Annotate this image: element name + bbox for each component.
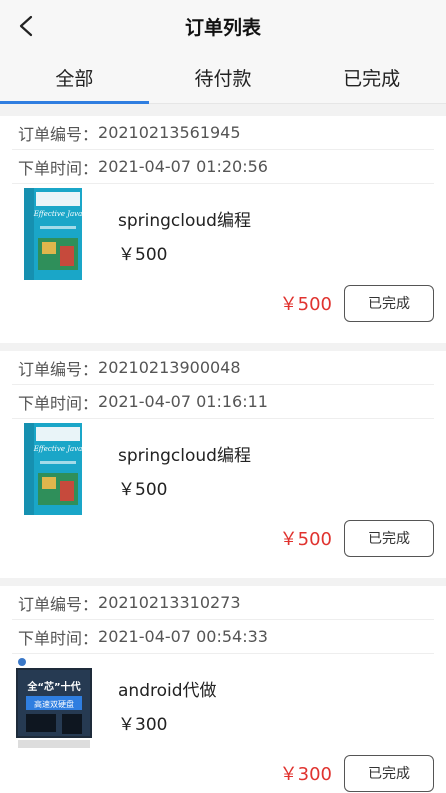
order-card[interactable]: 订单编号： 20210213310273 下单时间： 2021-04-07 00… [0,586,446,793]
order-footer: ￥300 已完成 [12,750,434,793]
book-cover-image: Effective Java [12,421,92,517]
order-number-row: 订单编号： 20210213310273 [12,586,434,620]
order-time-label: 下单时间： [18,393,99,413]
order-time-row: 下单时间： 2021-04-07 01:20:56 [12,150,434,184]
order-time-value: 2021-04-07 01:16:11 [98,392,268,411]
goods-item[interactable]: 全“芯”十代 高速双硬盘 android代做 ￥300 [12,654,434,752]
goods-price: ￥300 [118,715,168,735]
goods-item[interactable]: Effective Java springcloud编程 ￥500 [12,184,434,280]
goods-name: android代做 [118,681,217,701]
goods-name: springcloud编程 [118,446,251,466]
goods-name: springcloud编程 [118,211,251,231]
order-time-row: 下单时间： 2021-04-07 01:16:11 [12,385,434,419]
order-list: 订单编号： 20210213561945 下单时间： 2021-04-07 01… [0,104,446,793]
tab-pending-payment[interactable]: 待付款 [149,52,298,103]
page-title: 订单列表 [184,16,261,39]
order-card[interactable]: 订单编号： 20210213900048 下单时间： 2021-04-07 01… [0,351,446,578]
svg-text:全“芯”十代: 全“芯”十代 [26,680,80,693]
app-root: 订单列表 全部 待付款 已完成 订单编号： 20210213561945 下单时… [0,0,446,793]
goods-item[interactable]: Effective Java springcloud编程 ￥500 [12,419,434,515]
order-time-label: 下单时间： [18,628,99,648]
order-total: ￥500 [279,529,332,550]
svg-text:Effective Java: Effective Java [33,210,83,218]
goods-text: springcloud编程 ￥500 [118,421,251,500]
order-status-button[interactable]: 已完成 [344,284,434,322]
order-number-value: 20210213310273 [98,593,241,612]
goods-price: ￥500 [118,480,168,500]
order-time-row: 下单时间： 2021-04-07 00:54:33 [12,620,434,654]
order-number-row: 订单编号： 20210213900048 [12,351,434,385]
computer-product-image: 全“芯”十代 高速双硬盘 [12,656,96,752]
tab-completed[interactable]: 已完成 [297,52,446,103]
order-number-label: 订单编号： [18,359,99,379]
order-number-label: 订单编号： [18,594,99,614]
order-total: ￥500 [279,294,332,315]
order-time-label: 下单时间： [18,158,99,178]
order-footer: ￥500 已完成 [12,515,434,561]
order-total: ￥300 [279,764,332,785]
order-status-button[interactable]: 已完成 [344,519,434,557]
svg-text:高速双硬盘: 高速双硬盘 [34,699,74,709]
order-status-button[interactable]: 已完成 [344,754,434,792]
order-footer: ￥500 已完成 [12,280,434,326]
order-number-label: 订单编号： [18,124,99,144]
goods-text: android代做 ￥300 [118,656,217,735]
order-time-value: 2021-04-07 00:54:33 [98,627,268,646]
svg-text:Effective Java: Effective Java [33,445,83,453]
goods-price: ￥500 [118,245,168,265]
navbar: 订单列表 [0,0,446,52]
order-number-value: 20210213900048 [98,358,241,377]
goods-text: springcloud编程 ￥500 [118,186,251,265]
tab-bar: 全部 待付款 已完成 [0,52,446,104]
order-number-row: 订单编号： 20210213561945 [12,116,434,150]
tab-all[interactable]: 全部 [0,52,149,104]
order-time-value: 2021-04-07 01:20:56 [98,157,268,176]
order-number-value: 20210213561945 [98,123,241,142]
back-icon[interactable] [12,12,40,40]
book-cover-image: Effective Java [12,186,92,282]
order-card[interactable]: 订单编号： 20210213561945 下单时间： 2021-04-07 01… [0,116,446,343]
